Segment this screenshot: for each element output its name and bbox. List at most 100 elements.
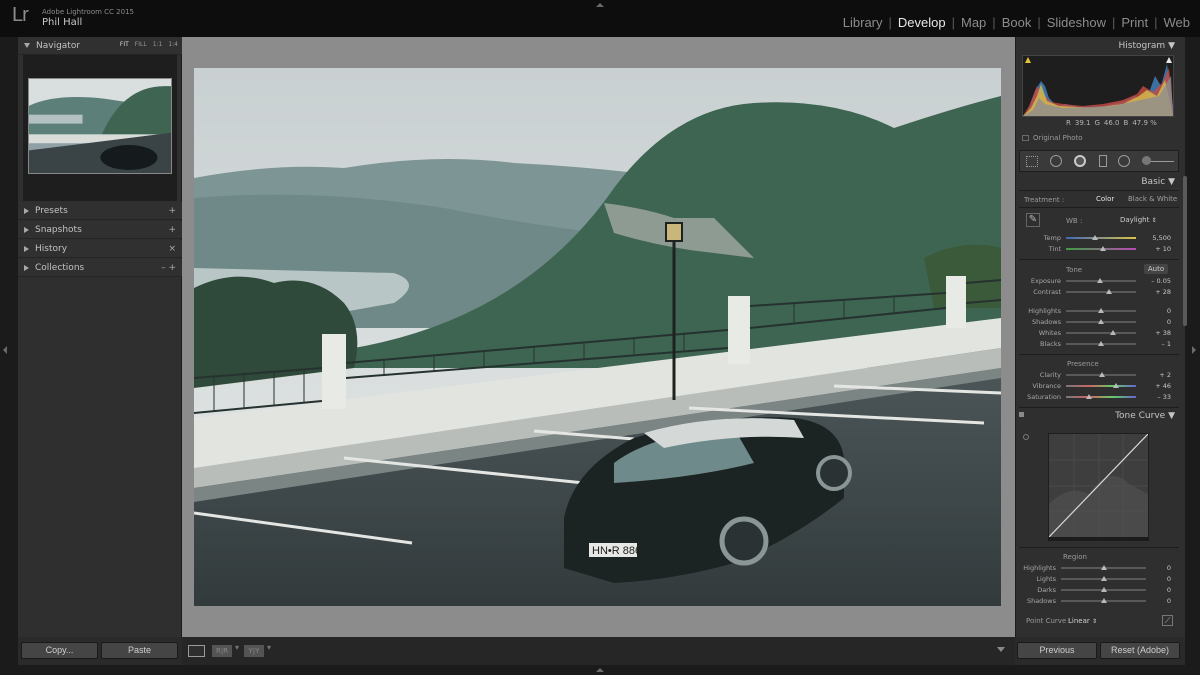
blacks-slider[interactable] <box>1066 341 1136 346</box>
slider-knob[interactable] <box>1086 394 1093 399</box>
slider-knob[interactable] <box>1101 587 1107 592</box>
wb-dropdown[interactable]: Daylight ⇕ <box>1120 216 1157 224</box>
before-after-swap-icon[interactable]: Y|Y <box>244 645 264 657</box>
collections-header[interactable]: Collections – + <box>18 259 182 277</box>
slider-knob[interactable] <box>1101 565 1107 570</box>
vibrance-slider[interactable] <box>1066 383 1136 388</box>
whites-slider[interactable] <box>1066 330 1136 335</box>
main-photo[interactable]: HN•R 8863 <box>194 68 1001 606</box>
slider-knob[interactable] <box>1100 246 1107 251</box>
zoom-1-1[interactable]: 1:1 <box>153 41 163 48</box>
shadows-slider[interactable] <box>1066 319 1136 324</box>
temp-slider[interactable] <box>1066 235 1136 240</box>
module-develop[interactable]: Develop <box>898 15 946 30</box>
exposure-value[interactable]: – 0.05 <box>1151 277 1171 285</box>
slider-knob[interactable] <box>1101 576 1107 581</box>
clear-history-button[interactable]: × <box>168 244 176 254</box>
navigator-header[interactable]: Navigator FIT FILL 1:1 1:4 <box>18 37 182 55</box>
tint-value[interactable]: + 10 <box>1151 245 1171 253</box>
slider-knob[interactable] <box>1098 308 1104 313</box>
slider-knob[interactable] <box>1098 341 1104 346</box>
exposure-slider[interactable] <box>1066 278 1136 283</box>
slider-knob[interactable] <box>1109 330 1116 335</box>
collapse-filmstrip-icon[interactable] <box>596 668 604 672</box>
module-print[interactable]: Print <box>1121 15 1148 30</box>
region-highlights-value[interactable]: 0 <box>1151 564 1171 572</box>
module-slideshow[interactable]: Slideshow <box>1047 15 1106 30</box>
temp-value[interactable]: 5,500 <box>1151 234 1171 242</box>
collections-controls[interactable]: – + <box>161 263 176 273</box>
red-eye-icon[interactable] <box>1074 155 1086 167</box>
reset-button[interactable]: Reset (Adobe) <box>1100 642 1180 659</box>
highlight-clipping-icon[interactable] <box>1166 57 1172 63</box>
auto-tone-button[interactable]: Auto <box>1144 264 1168 274</box>
slider-knob[interactable] <box>1106 289 1113 294</box>
slider-knob[interactable] <box>1113 383 1120 388</box>
original-photo-checkbox[interactable] <box>1022 135 1029 141</box>
right-panel-scrollbar[interactable] <box>1183 176 1187 326</box>
contrast-value[interactable]: + 28 <box>1151 288 1171 296</box>
spot-removal-icon[interactable] <box>1050 155 1062 167</box>
eyedropper-icon[interactable]: ✎ <box>1026 213 1040 227</box>
panel-switch-icon[interactable] <box>1019 412 1024 417</box>
histogram-title[interactable]: Histogram ▼ <box>1119 41 1175 51</box>
region-highlights-slider[interactable] <box>1061 565 1146 570</box>
zoom-fit[interactable]: FIT <box>120 41 129 48</box>
shadows-value[interactable]: 0 <box>1151 318 1171 326</box>
highlights-slider[interactable] <box>1066 308 1136 313</box>
snapshots-header[interactable]: Snapshots + <box>18 221 182 239</box>
region-darks-value[interactable]: 0 <box>1151 586 1171 594</box>
vibrance-value[interactable]: + 46 <box>1151 382 1171 390</box>
radial-filter-icon[interactable] <box>1118 155 1130 167</box>
slider-knob[interactable] <box>1097 278 1104 283</box>
tint-slider[interactable] <box>1066 246 1136 251</box>
slider-knob[interactable] <box>1098 319 1104 324</box>
region-shadows-value[interactable]: 0 <box>1151 597 1171 605</box>
module-library[interactable]: Library <box>843 15 883 30</box>
slider-knob[interactable] <box>1098 372 1105 377</box>
paste-settings-button[interactable]: Paste <box>101 642 178 659</box>
highlights-value[interactable]: 0 <box>1151 307 1171 315</box>
histogram-graph[interactable] <box>1022 55 1174 117</box>
targeted-adjustment-icon[interactable] <box>1023 434 1029 440</box>
navigator-preview-area[interactable] <box>23 55 177 201</box>
loupe-view-icon[interactable] <box>188 645 205 657</box>
graduated-filter-icon[interactable] <box>1099 155 1107 167</box>
blacks-value[interactable]: – 1 <box>1151 340 1171 348</box>
treatment-color[interactable]: Color <box>1096 195 1114 203</box>
collapse-right-panel-icon[interactable] <box>1192 346 1196 354</box>
presets-header[interactable]: Presets + <box>18 202 182 220</box>
before-after-lr-icon[interactable]: R|R <box>212 645 232 657</box>
add-snapshot-button[interactable]: + <box>168 225 176 235</box>
contrast-slider[interactable] <box>1066 289 1136 294</box>
region-shadows-slider[interactable] <box>1061 598 1146 603</box>
module-map[interactable]: Map <box>961 15 986 30</box>
saturation-slider[interactable] <box>1066 394 1136 399</box>
previous-button[interactable]: Previous <box>1017 642 1097 659</box>
dropdown-arrow-icon[interactable]: ▾ <box>235 643 239 652</box>
module-web[interactable]: Web <box>1164 15 1191 30</box>
tone-curve-title[interactable]: Tone Curve ▼ <box>1115 411 1175 421</box>
shadow-clipping-icon[interactable] <box>1025 57 1031 63</box>
collapse-left-panel-icon[interactable] <box>3 346 7 354</box>
tone-curve-graph[interactable] <box>1048 433 1149 538</box>
slider-knob[interactable] <box>1101 598 1107 603</box>
add-preset-button[interactable]: + <box>168 206 176 216</box>
edit-point-curve-icon[interactable]: ⟋ <box>1162 615 1173 626</box>
clarity-value[interactable]: + 2 <box>1151 371 1171 379</box>
treatment-bw[interactable]: Black & White <box>1128 195 1177 203</box>
region-darks-slider[interactable] <box>1061 587 1146 592</box>
basic-title[interactable]: Basic ▼ <box>1141 177 1175 187</box>
toolbar-menu-icon[interactable] <box>997 647 1005 652</box>
module-book[interactable]: Book <box>1002 15 1032 30</box>
tone-curve-splits[interactable] <box>1048 537 1149 541</box>
collapse-top-panel-icon[interactable] <box>596 3 604 7</box>
region-lights-slider[interactable] <box>1061 576 1146 581</box>
whites-value[interactable]: + 38 <box>1151 329 1171 337</box>
crop-tool-icon[interactable] <box>1026 156 1038 167</box>
zoom-fill[interactable]: FILL <box>135 41 147 48</box>
navigator-thumbnail[interactable] <box>28 78 172 174</box>
saturation-value[interactable]: – 33 <box>1151 393 1171 401</box>
slider-knob[interactable] <box>1092 235 1099 240</box>
clarity-slider[interactable] <box>1066 372 1136 377</box>
